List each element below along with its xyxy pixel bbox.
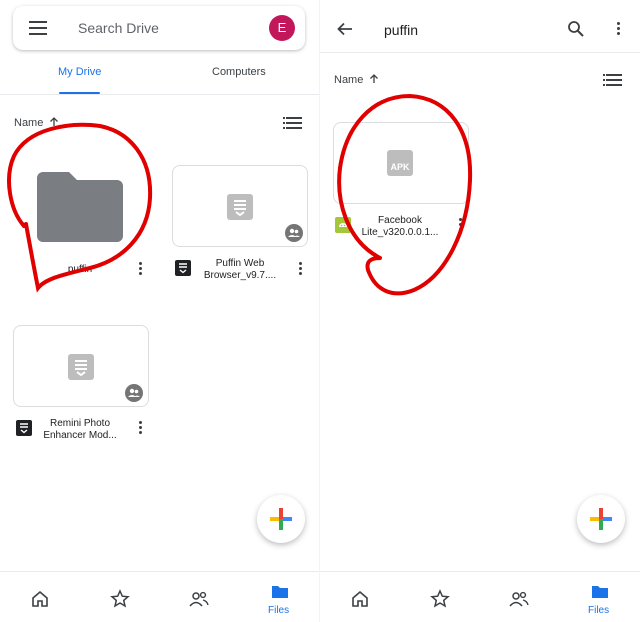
file-name-puffin-browser[interactable]: Puffin Web Browser_v9.7.... <box>190 258 290 282</box>
file-name-remini[interactable]: Remini Photo Enhancer Mod... <box>30 418 130 442</box>
new-item-fab-button[interactable] <box>577 495 625 543</box>
tab-computers[interactable]: Computers <box>212 66 266 78</box>
sort-label: Name <box>334 74 364 86</box>
tab-bar-divider <box>0 94 320 95</box>
file-card-puffin-browser[interactable] <box>172 165 308 247</box>
home-icon[interactable] <box>30 589 50 609</box>
folder-title: puffin <box>384 22 418 38</box>
new-item-fab-button[interactable] <box>257 495 305 543</box>
nav-label-files: Files <box>268 605 290 616</box>
document-file-icon <box>175 260 191 276</box>
search-icon[interactable] <box>567 20 585 38</box>
shared-people-icon[interactable] <box>509 589 529 609</box>
sort-label: Name <box>14 117 44 129</box>
menu-icon[interactable] <box>29 20 49 36</box>
folder-name-puffin[interactable]: puffin <box>30 264 130 276</box>
more-options-icon[interactable] <box>299 262 303 276</box>
file-name-facebook-lite[interactable]: Facebook Lite_v320.0.0.1... <box>350 215 450 239</box>
more-options-icon[interactable] <box>617 22 621 36</box>
back-arrow-icon[interactable] <box>336 20 354 38</box>
sort-by-name-button[interactable]: Name <box>334 74 379 86</box>
home-icon[interactable] <box>350 589 370 609</box>
files-folder-icon <box>592 586 608 598</box>
bottom-navigation: Files <box>0 571 320 622</box>
files-folder-icon <box>272 586 288 598</box>
search-input[interactable]: Search Drive <box>78 20 159 36</box>
file-name-line: Enhancer Mod... <box>43 430 117 441</box>
shared-people-icon[interactable] <box>189 589 209 609</box>
shared-people-icon <box>285 224 303 242</box>
right-screen-puffin-folder: puffin Name APK Facebook Lite_v320.0.0.1… <box>320 0 640 622</box>
star-icon[interactable] <box>430 589 450 609</box>
bottom-navigation: Files <box>320 571 640 622</box>
android-apk-file-icon <box>335 217 351 233</box>
sort-by-name-button[interactable]: Name <box>14 117 59 129</box>
search-bar[interactable]: Search Drive E <box>13 6 305 50</box>
nav-label-files: Files <box>588 605 610 616</box>
file-name-line: Browser_v9.7.... <box>203 270 277 281</box>
file-name-line: Facebook <box>378 215 422 226</box>
arrow-up-icon <box>370 74 379 83</box>
tab-my-drive[interactable]: My Drive <box>58 66 101 78</box>
file-name-line: Puffin Web <box>215 258 265 269</box>
plus-icon <box>590 508 612 530</box>
left-screen-my-drive: Search Drive E My Drive Computers Name p… <box>0 0 320 622</box>
plus-icon <box>270 508 292 530</box>
file-name-line: Lite_v320.0.0.1... <box>361 227 439 238</box>
file-card-facebook-lite[interactable]: APK <box>333 122 469 204</box>
more-options-icon[interactable] <box>139 262 143 276</box>
top-bar-divider <box>320 52 640 53</box>
account-avatar[interactable]: E <box>269 15 295 41</box>
star-icon[interactable] <box>110 589 130 609</box>
folder-icon[interactable] <box>37 172 123 242</box>
apk-thumbnail-icon: APK <box>387 150 413 176</box>
document-thumbnail-icon <box>227 194 253 220</box>
more-options-icon[interactable] <box>139 421 143 435</box>
more-options-icon[interactable] <box>459 218 463 232</box>
list-view-icon[interactable] <box>283 117 302 129</box>
shared-people-icon <box>125 384 143 402</box>
file-card-remini[interactable] <box>13 325 149 407</box>
file-name-line: Remini Photo <box>49 418 111 429</box>
arrow-up-icon <box>50 117 59 126</box>
list-view-icon[interactable] <box>603 74 622 86</box>
document-thumbnail-icon <box>68 354 94 380</box>
apk-thumb-text: APK <box>390 162 410 172</box>
